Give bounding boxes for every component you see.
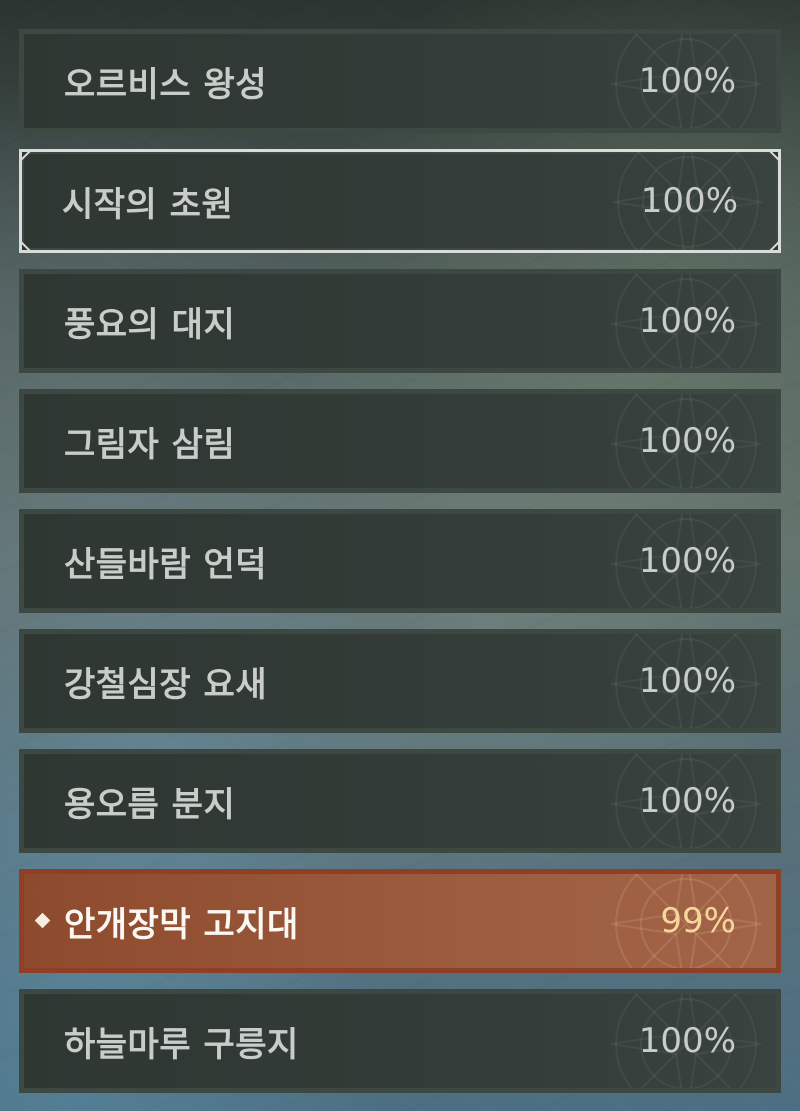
diamond-marker-icon	[34, 912, 51, 929]
region-name: 시작의 초원	[62, 184, 234, 225]
region-progress: 100%	[638, 541, 736, 581]
region-name: 하늘마루 구릉지	[64, 1024, 299, 1065]
region-progress: 100%	[638, 421, 736, 461]
region-progress: 100%	[640, 181, 738, 221]
region-row-steelheart-fortress[interactable]: 강철심장 요새 100%	[19, 629, 781, 733]
region-row-shadow-forest[interactable]: 그림자 삼림 100%	[19, 389, 781, 493]
region-name: 안개장막 고지대	[64, 904, 299, 945]
selection-corner-icon	[22, 152, 31, 161]
compass-rose-icon	[610, 874, 762, 968]
region-progress: 100%	[638, 661, 736, 701]
region-progress: 100%	[638, 781, 736, 821]
region-row-dragonrise-basin[interactable]: 용오름 분지 100%	[19, 749, 781, 853]
region-progress: 99%	[660, 901, 736, 941]
region-row-skyridge-hills[interactable]: 하늘마루 구릉지 100%	[19, 989, 781, 1093]
region-name: 오르비스 왕성	[64, 64, 268, 105]
region-row-mistveil-highlands[interactable]: 안개장막 고지대 99%	[19, 869, 781, 973]
region-list: 오르비스 왕성 100% 시작의 초원 100% 풍요의 대지 100% 그림자…	[19, 29, 781, 1109]
region-row-breeze-hill[interactable]: 산들바람 언덕 100%	[19, 509, 781, 613]
region-name: 풍요의 대지	[64, 304, 236, 345]
region-progress: 100%	[638, 61, 736, 101]
region-name: 그림자 삼림	[64, 424, 236, 465]
region-name: 강철심장 요새	[64, 664, 268, 705]
region-progress: 100%	[638, 301, 736, 341]
region-row-fertile-land[interactable]: 풍요의 대지 100%	[19, 269, 781, 373]
selection-corner-icon	[22, 241, 31, 250]
selection-corner-icon	[769, 241, 778, 250]
region-row-starting-meadow[interactable]: 시작의 초원 100%	[19, 149, 781, 253]
region-progress: 100%	[638, 1021, 736, 1061]
region-row-orbis-castle[interactable]: 오르비스 왕성 100%	[19, 29, 781, 133]
region-name: 산들바람 언덕	[64, 544, 268, 585]
region-name: 용오름 분지	[64, 784, 236, 825]
selection-corner-icon	[769, 152, 778, 161]
